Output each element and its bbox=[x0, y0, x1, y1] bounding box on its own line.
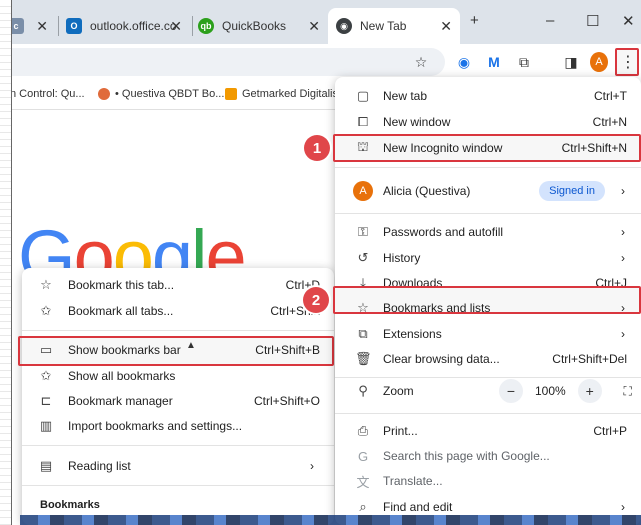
history-item[interactable]: ↺ History › bbox=[335, 245, 641, 271]
new-tab-item[interactable]: ▢ New tab Ctrl+T bbox=[335, 83, 641, 109]
extensions-item[interactable]: ⧉ Extensions › bbox=[335, 321, 641, 347]
bookmarks-lists-highlight bbox=[333, 286, 641, 314]
new-window-item[interactable]: ⧠ New window Ctrl+N bbox=[335, 109, 641, 135]
bookmarks-submenu: ☆ Bookmark this tab... Ctrl+D ✩ Bookmark… bbox=[22, 268, 334, 525]
tab-close-icon[interactable]: ✕ bbox=[36, 18, 48, 35]
menu-divider bbox=[22, 445, 334, 446]
key-icon: ⚿ bbox=[358, 224, 368, 239]
tab-strip: c ✕ O outlook.office.co ✕ qb QuickBooks … bbox=[0, 0, 641, 44]
tab-quickbooks[interactable]: qb QuickBooks ✕ bbox=[198, 8, 328, 44]
menu-divider bbox=[22, 485, 334, 486]
clear-browsing-data-item[interactable]: 🗑 Clear browsing data... Ctrl+Shift+Del bbox=[335, 346, 641, 372]
mouse-cursor-icon: ▲ bbox=[186, 340, 196, 351]
chevron-right-icon: › bbox=[310, 459, 314, 473]
profile-item[interactable]: A Alicia (Questiva) Signed in › bbox=[335, 175, 641, 207]
zoom-icon: ⚲ bbox=[358, 383, 368, 398]
menu-divider bbox=[335, 167, 641, 168]
chevron-right-icon: › bbox=[621, 251, 625, 265]
menu-divider bbox=[335, 413, 641, 414]
tab-outlook[interactable]: O outlook.office.co ✕ bbox=[66, 8, 190, 44]
tab-new-tab[interactable]: ◉ New Tab ✕ bbox=[328, 8, 460, 44]
extension-m-icon[interactable]: M bbox=[485, 53, 503, 71]
step-1-callout: 1 bbox=[304, 135, 330, 161]
folder-icon: ⊏ bbox=[40, 393, 52, 408]
profile-avatar[interactable]: A bbox=[590, 52, 608, 72]
new-window-icon: ⧠ bbox=[357, 114, 369, 129]
address-bar[interactable] bbox=[0, 48, 445, 76]
search-page-item[interactable]: G Search this page with Google... bbox=[335, 443, 641, 469]
trash-icon: 🗑 bbox=[355, 351, 372, 366]
tab-label: outlook.office.co bbox=[90, 19, 177, 33]
tab-generic[interactable]: c ✕ bbox=[8, 8, 58, 44]
reading-list-icon: ▤ bbox=[39, 458, 53, 473]
incognito-highlight bbox=[333, 134, 641, 162]
zoom-in-button[interactable]: + bbox=[577, 379, 602, 403]
kebab-menu-icon[interactable]: ⋮ bbox=[619, 53, 637, 71]
profile-avatar: A bbox=[353, 181, 373, 201]
zoom-out-button[interactable]: − bbox=[499, 379, 523, 403]
signed-in-badge: Signed in bbox=[539, 181, 605, 201]
find-icon: ⌕ bbox=[359, 499, 367, 514]
puzzle-icon[interactable]: ⧉ bbox=[515, 53, 533, 71]
tab-divider bbox=[192, 16, 193, 36]
show-bookmarks-bar-highlight bbox=[18, 336, 334, 366]
puzzle-icon: ⧉ bbox=[358, 326, 368, 341]
import-icon: ▥ bbox=[39, 418, 53, 433]
outlook-icon: O bbox=[66, 18, 82, 34]
bottom-edge-strip bbox=[20, 515, 641, 525]
print-item[interactable]: ⎙ Print... Ctrl+P bbox=[335, 418, 641, 444]
chevron-right-icon: › bbox=[621, 225, 625, 239]
translate-item[interactable]: 文 Translate... bbox=[335, 468, 641, 494]
bookmark-item[interactable]: • Questiva QBDT Bo... bbox=[98, 88, 224, 100]
tab-close-icon[interactable]: ✕ bbox=[440, 18, 452, 35]
new-tab-button[interactable]: + bbox=[470, 12, 479, 29]
menu-divider bbox=[22, 330, 334, 331]
step-2-callout: 2 bbox=[303, 287, 329, 313]
tab-label: New Tab bbox=[360, 19, 407, 33]
fullscreen-icon[interactable]: ⛶ bbox=[616, 379, 640, 403]
tab-label: QuickBooks bbox=[222, 19, 287, 33]
extension-circle-icon[interactable]: ◉ bbox=[455, 53, 473, 71]
quickbooks-icon: qb bbox=[198, 18, 214, 34]
chevron-right-icon: › bbox=[621, 184, 625, 198]
zoom-controls: − 100% + ⛶ bbox=[499, 379, 640, 403]
side-panel-icon[interactable]: ◨ bbox=[562, 53, 580, 71]
translate-icon: 文 bbox=[356, 474, 370, 490]
show-all-bookmarks-item[interactable]: ✩ Show all bookmarks bbox=[22, 363, 334, 389]
chevron-right-icon: › bbox=[621, 500, 625, 514]
star-icon: ☆ bbox=[40, 277, 52, 292]
tab-close-icon[interactable]: ✕ bbox=[308, 18, 320, 35]
stars-icon: ✩ bbox=[40, 303, 52, 318]
tab-divider bbox=[58, 16, 59, 36]
bookmark-this-tab-item[interactable]: ☆ Bookmark this tab... Ctrl+D bbox=[22, 272, 334, 298]
zoom-level: 100% bbox=[535, 384, 566, 398]
maximize-icon[interactable]: ☐ bbox=[586, 12, 599, 30]
passwords-autofill-item[interactable]: ⚿ Passwords and autofill › bbox=[335, 219, 641, 245]
bookmark-all-tabs-item[interactable]: ✩ Bookmark all tabs... Ctrl+Shift bbox=[22, 298, 334, 324]
tab-close-icon[interactable]: ✕ bbox=[170, 18, 182, 35]
import-bookmarks-item[interactable]: ▥ Import bookmarks and settings... bbox=[22, 413, 334, 439]
bookmark-item[interactable]: n Control: Qu... bbox=[10, 88, 85, 100]
menu-divider bbox=[335, 213, 641, 214]
google-icon: G bbox=[357, 448, 369, 464]
close-window-icon[interactable]: ✕ bbox=[622, 12, 635, 30]
history-icon: ↺ bbox=[357, 250, 369, 265]
toolbar: ☆ ◉ M ⧉ ◨ A ⋮ bbox=[0, 44, 641, 80]
bookmark-item[interactable]: Getmarked Digitalis... bbox=[225, 88, 347, 100]
chevron-right-icon: › bbox=[621, 327, 625, 341]
star-icon[interactable]: ☆ bbox=[412, 53, 430, 71]
stars-icon: ✩ bbox=[40, 368, 52, 383]
new-tab-icon: ▢ bbox=[356, 88, 370, 103]
print-icon: ⎙ bbox=[357, 423, 369, 438]
bookmark-manager-item[interactable]: ⊏ Bookmark manager Ctrl+Shift+O bbox=[22, 388, 334, 414]
chrome-icon: ◉ bbox=[336, 18, 352, 34]
torn-edge bbox=[0, 0, 12, 525]
minimize-icon[interactable]: – bbox=[546, 12, 554, 29]
reading-list-item[interactable]: ▤ Reading list › bbox=[22, 453, 334, 479]
dots-icon bbox=[98, 88, 110, 100]
getmarked-icon bbox=[225, 88, 237, 100]
